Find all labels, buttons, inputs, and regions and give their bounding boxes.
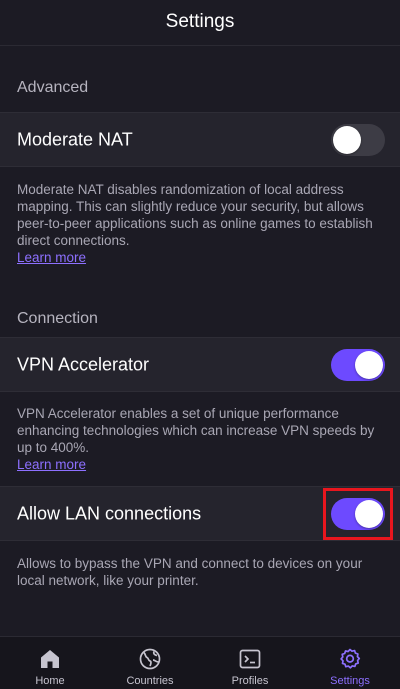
row-moderate-nat: Moderate NAT [0,112,400,167]
globe-icon [137,646,163,672]
moderate-nat-description: Moderate NAT disables randomization of l… [17,181,383,266]
row-vpn-accelerator: VPN Accelerator [0,337,400,392]
moderate-nat-toggle[interactable] [331,123,385,156]
gear-icon [337,646,363,672]
tab-home[interactable]: Home [0,637,100,689]
vpn-accelerator-description: VPN Accelerator enables a set of unique … [17,405,383,473]
tab-label-countries: Countries [126,675,174,687]
tab-settings[interactable]: Settings [300,637,400,689]
vpn-accelerator-description-text: VPN Accelerator enables a set of unique … [17,406,375,455]
tab-label-home: Home [35,675,65,687]
moderate-nat-learn-more-link[interactable]: Learn more [17,249,86,266]
moderate-nat-description-text: Moderate NAT disables randomization of l… [17,182,373,248]
tab-bar: Home Countries Profiles Settings [0,636,400,689]
tab-label-settings: Settings [330,675,370,687]
settings-screen: Settings Advanced Moderate NAT Moderate … [0,0,400,689]
tab-countries[interactable]: Countries [100,637,200,689]
vpn-accelerator-label: VPN Accelerator [17,354,150,374]
section-label-advanced: Advanced [17,79,89,96]
vpn-accelerator-learn-more-link[interactable]: Learn more [17,456,86,473]
terminal-icon [237,646,263,672]
navigation-header: Settings [0,0,400,46]
section-label-connection: Connection [17,310,98,327]
toggle-knob [355,499,383,528]
moderate-nat-label: Moderate NAT [17,129,133,149]
toggle-knob [333,125,361,154]
page-title: Settings [165,10,235,32]
toggle-knob [355,350,383,379]
home-icon [37,646,63,672]
row-allow-lan: Allow LAN connections [0,486,400,541]
allow-lan-label: Allow LAN connections [17,503,202,523]
tab-label-profiles: Profiles [231,675,269,687]
tab-profiles[interactable]: Profiles [200,637,300,689]
allow-lan-description: Allows to bypass the VPN and connect to … [17,556,363,588]
allow-lan-toggle[interactable] [331,497,385,530]
vpn-accelerator-toggle[interactable] [331,348,385,381]
